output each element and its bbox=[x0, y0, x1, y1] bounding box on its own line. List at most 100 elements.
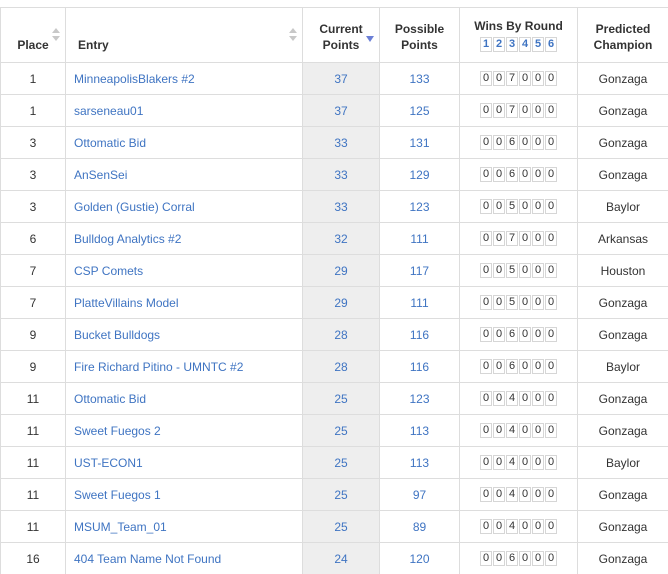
header-predicted-champion[interactable]: Predicted Champion bbox=[577, 7, 668, 63]
header-place[interactable]: Place bbox=[0, 7, 66, 63]
possible-points-link[interactable]: 113 bbox=[410, 424, 429, 438]
place-cell: 11 bbox=[0, 510, 66, 543]
entry-cell: 404 Team Name Not Found bbox=[65, 542, 303, 574]
round-win-count: 0 bbox=[545, 231, 557, 246]
place-cell: 3 bbox=[0, 126, 66, 159]
entry-link[interactable]: sarseneau01 bbox=[74, 104, 143, 118]
possible-points-link[interactable]: 116 bbox=[410, 328, 429, 342]
current-points-link[interactable]: 25 bbox=[334, 488, 347, 502]
entry-cell: Fire Richard Pitino - UMNTC #2 bbox=[65, 350, 303, 383]
header-possible-label-2: Points bbox=[401, 38, 438, 52]
possible-points-link[interactable]: 123 bbox=[409, 200, 429, 214]
possible-points-cell: 131 bbox=[379, 126, 460, 159]
entry-link[interactable]: Ottomatic Bid bbox=[74, 392, 146, 406]
header-wins-by-round: Wins By Round 123456 bbox=[459, 7, 578, 63]
entry-cell: sarseneau01 bbox=[65, 94, 303, 127]
possible-points-link[interactable]: 111 bbox=[410, 296, 428, 310]
entry-cell: Sweet Fuegos 1 bbox=[65, 478, 303, 511]
round-win-count: 0 bbox=[519, 359, 531, 374]
round-win-count: 0 bbox=[493, 231, 505, 246]
header-current-points[interactable]: Current Points bbox=[302, 7, 380, 63]
current-points-cell: 24 bbox=[302, 542, 380, 574]
entry-link[interactable]: Fire Richard Pitino - UMNTC #2 bbox=[74, 360, 243, 374]
entry-link[interactable]: PlatteVillains Model bbox=[74, 296, 179, 310]
possible-points-link[interactable]: 129 bbox=[409, 168, 429, 182]
round-win-count: 0 bbox=[545, 71, 557, 86]
round-number: 6 bbox=[545, 37, 557, 52]
entry-link[interactable]: AnSenSei bbox=[74, 168, 127, 182]
entry-cell: Bulldog Analytics #2 bbox=[65, 222, 303, 255]
wins-by-round-cell: 006000 bbox=[459, 350, 578, 383]
possible-points-link[interactable]: 116 bbox=[410, 360, 429, 374]
possible-points-link[interactable]: 133 bbox=[409, 72, 429, 86]
current-points-cell: 37 bbox=[302, 94, 380, 127]
header-entry[interactable]: Entry bbox=[65, 7, 303, 63]
sort-descending-icon[interactable] bbox=[366, 36, 374, 42]
current-points-link[interactable]: 25 bbox=[334, 424, 347, 438]
possible-points-cell: 113 bbox=[379, 414, 460, 447]
round-win-count: 0 bbox=[519, 71, 531, 86]
current-points-link[interactable]: 25 bbox=[334, 456, 347, 470]
round-win-count: 0 bbox=[545, 167, 557, 182]
possible-points-cell: 113 bbox=[379, 446, 460, 479]
predicted-champion-cell: Gonzaga bbox=[577, 94, 668, 127]
possible-points-link[interactable]: 111 bbox=[410, 232, 428, 246]
entry-link[interactable]: Sweet Fuegos 2 bbox=[74, 424, 161, 438]
sort-both-icon[interactable] bbox=[52, 28, 60, 42]
entry-cell: Bucket Bulldogs bbox=[65, 318, 303, 351]
round-win-count: 6 bbox=[506, 135, 518, 150]
entry-link[interactable]: MSUM_Team_01 bbox=[74, 520, 167, 534]
predicted-champion-cell: Gonzaga bbox=[577, 382, 668, 415]
entry-link[interactable]: Ottomatic Bid bbox=[74, 136, 146, 150]
round-win-count: 4 bbox=[506, 455, 518, 470]
round-win-count: 0 bbox=[545, 551, 557, 566]
current-points-link[interactable]: 29 bbox=[334, 264, 347, 278]
current-points-link[interactable]: 25 bbox=[334, 520, 347, 534]
possible-points-link[interactable]: 120 bbox=[409, 552, 429, 566]
predicted-champion-cell: Arkansas bbox=[577, 222, 668, 255]
round-win-count: 0 bbox=[519, 231, 531, 246]
current-points-link[interactable]: 28 bbox=[334, 328, 347, 342]
header-possible-points[interactable]: Possible Points bbox=[379, 7, 460, 63]
current-points-link[interactable]: 37 bbox=[334, 72, 347, 86]
possible-points-link[interactable]: 131 bbox=[409, 136, 429, 150]
round-win-count: 0 bbox=[480, 551, 492, 566]
possible-points-link[interactable]: 125 bbox=[409, 104, 429, 118]
entry-link[interactable]: UST-ECON1 bbox=[74, 456, 143, 470]
possible-points-link[interactable]: 117 bbox=[410, 264, 429, 278]
sort-both-icon[interactable] bbox=[289, 28, 297, 42]
entry-link[interactable]: Bucket Bulldogs bbox=[74, 328, 160, 342]
round-win-count: 0 bbox=[545, 199, 557, 214]
entry-link[interactable]: MinneapolisBlakers #2 bbox=[74, 72, 195, 86]
table-row: 7 PlatteVillains Model 29 111 0 0 5 0 0 0 Gonzaga bbox=[0, 286, 668, 319]
round-win-count: 6 bbox=[506, 327, 518, 342]
round-win-count: 5 bbox=[506, 263, 518, 278]
possible-points-link[interactable]: 123 bbox=[409, 392, 429, 406]
wins-by-round-cell: 004000 bbox=[459, 510, 578, 543]
current-points-link[interactable]: 24 bbox=[334, 552, 347, 566]
entry-link[interactable]: 404 Team Name Not Found bbox=[74, 552, 221, 566]
current-points-link[interactable]: 37 bbox=[334, 104, 347, 118]
round-number: 2 bbox=[493, 37, 505, 52]
entry-link[interactable]: Bulldog Analytics #2 bbox=[74, 232, 181, 246]
current-points-link[interactable]: 29 bbox=[334, 296, 347, 310]
table-row: 11 MSUM_Team_01 25 89 0 0 4 0 0 0 Gonzaga bbox=[0, 510, 668, 543]
possible-points-cell: 116 bbox=[379, 350, 460, 383]
round-win-count: 0 bbox=[545, 423, 557, 438]
current-points-link[interactable]: 25 bbox=[334, 392, 347, 406]
current-points-link[interactable]: 33 bbox=[334, 136, 347, 150]
current-points-link[interactable]: 28 bbox=[334, 360, 347, 374]
entry-link[interactable]: Golden (Gustie) Corral bbox=[74, 200, 195, 214]
header-champion-label-1: Predicted bbox=[595, 22, 651, 36]
entry-link[interactable]: CSP Comets bbox=[74, 264, 143, 278]
possible-points-cell: 97 bbox=[379, 478, 460, 511]
entry-link[interactable]: Sweet Fuegos 1 bbox=[74, 488, 161, 502]
current-points-link[interactable]: 33 bbox=[334, 168, 347, 182]
current-points-link[interactable]: 33 bbox=[334, 200, 347, 214]
round-win-count: 0 bbox=[532, 103, 544, 118]
possible-points-link[interactable]: 97 bbox=[413, 488, 426, 502]
possible-points-link[interactable]: 113 bbox=[410, 456, 429, 470]
current-points-link[interactable]: 32 bbox=[334, 232, 347, 246]
possible-points-link[interactable]: 89 bbox=[413, 520, 426, 534]
round-win-count: 6 bbox=[506, 551, 518, 566]
